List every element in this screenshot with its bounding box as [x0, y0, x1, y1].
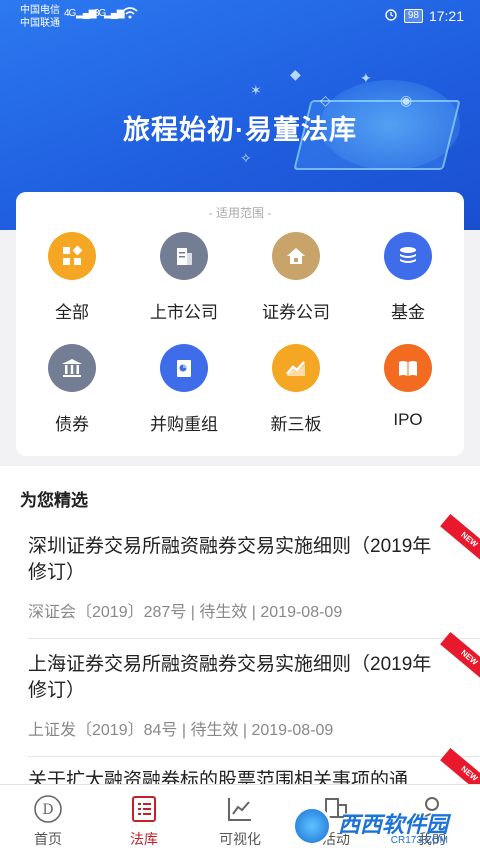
category-fund[interactable]: 基金 [352, 232, 464, 323]
watermark-logo-icon [292, 806, 332, 846]
category-label: 新三板 [270, 415, 322, 434]
category-label: 证券公司 [262, 303, 330, 322]
article-title: 上海证券交易所融资融券交易实施细则（2019年修订） [28, 654, 432, 701]
tab-home[interactable]: D 首页 [0, 785, 96, 853]
category-ipo[interactable]: IPO [352, 344, 464, 430]
trend-chart-icon [272, 344, 320, 392]
status-bar: 中国电信 中国联通 4G ▂▄▆ 3G ▂▄▆ 98 17:21 [0, 0, 480, 34]
divider [28, 638, 480, 639]
watermark: 西西软件园 CR173.COM [292, 806, 472, 846]
tab-label: 首页 [34, 831, 62, 847]
svg-text:D: D [42, 802, 53, 818]
list-icon [128, 794, 160, 824]
signal-4g-label: 4G [64, 8, 76, 19]
clock: 17:21 [428, 7, 464, 24]
deco-icon: ◇ [320, 92, 331, 108]
section-title: 为您精选 [20, 491, 88, 510]
deco-icon: ✦ [360, 70, 372, 86]
wifi-icon [122, 6, 138, 22]
book-icon [384, 344, 432, 392]
article-item[interactable]: 深圳证券交易所融资融券交易实施细则（2019年修订） 深证会〔2019〕287号… [28, 534, 480, 622]
building-icon [160, 232, 208, 280]
category-label: IPO [393, 410, 423, 429]
tab-label: 法库 [130, 831, 158, 847]
category-label: 并购重组 [150, 415, 218, 434]
article-item[interactable]: 关于扩大融资融券标的股票范围相关事项的通 [28, 768, 480, 784]
alarm-icon [384, 7, 398, 24]
chart-icon [224, 794, 256, 824]
hero-title: 旅程始初·易董法库 [123, 115, 357, 145]
category-bond[interactable]: 债券 [16, 344, 128, 435]
tab-visualization[interactable]: 可视化 [192, 785, 288, 853]
home-logo-icon: D [32, 794, 64, 824]
article-meta: 深证会〔2019〕287号 | 待生效 | 2019-08-09 [28, 604, 343, 621]
category-merger[interactable]: 并购重组 [128, 344, 240, 435]
category-label: 基金 [391, 303, 425, 322]
grid-icon [48, 232, 96, 280]
deco-icon: ◆ [290, 66, 301, 82]
bank-icon [48, 344, 96, 392]
article-title: 关于扩大融资融券标的股票范围相关事项的通 [28, 770, 409, 784]
house-icon [272, 232, 320, 280]
featured-section: 为您精选 深圳证券交易所融资融券交易实施细则（2019年修订） 深证会〔2019… [0, 466, 480, 784]
category-all[interactable]: 全部 [16, 232, 128, 323]
category-neeq[interactable]: 新三板 [240, 344, 352, 435]
category-label: 上市公司 [150, 303, 218, 322]
article-title: 深圳证券交易所融资融券交易实施细则（2019年修订） [28, 536, 432, 583]
scope-caption: - 适用范围 - [208, 206, 272, 220]
category-securities-company[interactable]: 证券公司 [240, 232, 352, 323]
signal-bars-icon: ▂▄▆ [104, 8, 124, 19]
tab-label: 可视化 [219, 831, 261, 847]
category-listed-company[interactable]: 上市公司 [128, 232, 240, 323]
tab-library[interactable]: 法库 [96, 785, 192, 853]
category-label: 债券 [55, 415, 89, 434]
article-meta: 上证发〔2019〕84号 | 待生效 | 2019-08-09 [28, 722, 334, 739]
document-chart-icon [160, 344, 208, 392]
scope-card: - 适用范围 - 全部 上市公司 证券公司 基金 债券 并购重组 新三板 IPO [16, 192, 464, 456]
category-label: 全部 [55, 303, 89, 322]
deco-icon: ✧ [240, 150, 252, 166]
coins-stack-icon [384, 232, 432, 280]
battery-indicator: 98 [403, 8, 423, 23]
deco-icon: ◉ [400, 92, 413, 108]
carrier-2: 中国联通 [20, 18, 60, 29]
divider [28, 756, 480, 757]
carrier-1: 中国电信 [20, 5, 60, 16]
deco-icon: ✶ [250, 82, 262, 98]
signal-bars-icon: ▂▄▆ [76, 8, 96, 19]
watermark-subtext: CR173.COM [390, 834, 449, 846]
article-item[interactable]: 上海证券交易所融资融券交易实施细则（2019年修订） 上证发〔2019〕84号 … [28, 652, 480, 740]
